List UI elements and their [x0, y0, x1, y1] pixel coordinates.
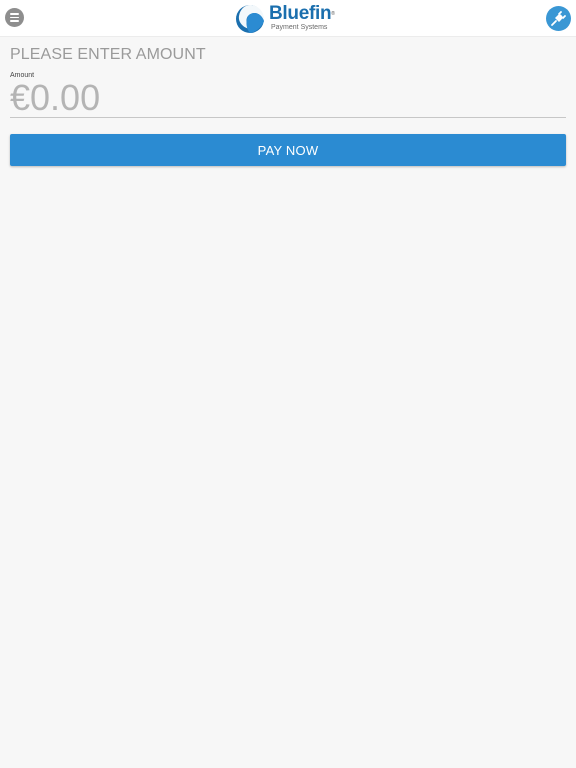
page-title: PLEASE ENTER AMOUNT — [10, 46, 206, 63]
bluefin-logo-icon — [236, 5, 265, 33]
brand-name: Bluefin® — [269, 3, 335, 24]
connection-button[interactable] — [546, 6, 571, 31]
plug-connection-icon — [551, 11, 566, 26]
amount-input[interactable] — [10, 78, 566, 118]
menu-button[interactable] — [5, 8, 24, 27]
pay-now-button[interactable]: PAY NOW — [10, 134, 566, 166]
hamburger-menu-icon — [10, 13, 19, 15]
brand-tagline: Payment Systems — [271, 24, 328, 31]
bluefin-logo: Bluefin® Payment Systems — [235, 2, 345, 35]
top-bar: Bluefin® Payment Systems — [0, 0, 576, 37]
